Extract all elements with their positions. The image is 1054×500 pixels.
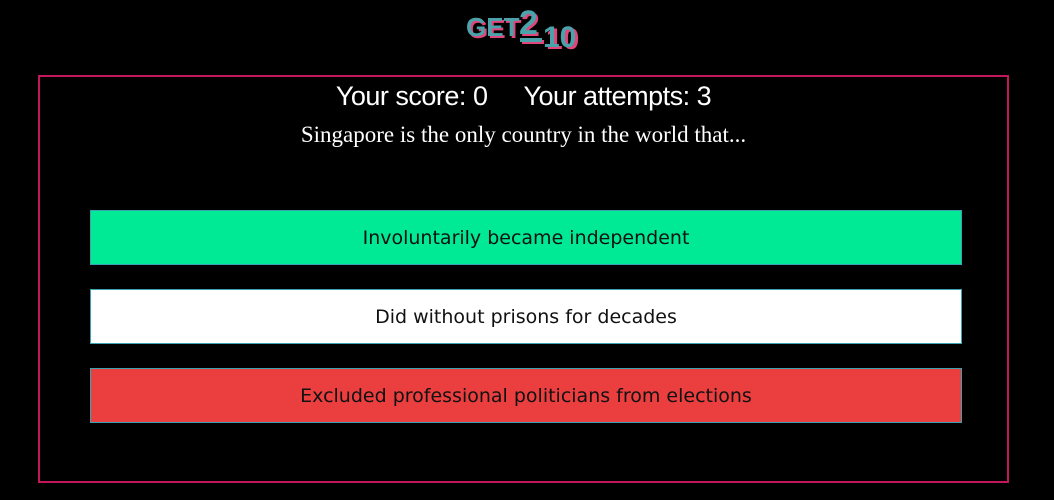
question-text: Singapore is the only country in the wor… bbox=[300, 122, 747, 147]
answer-button-3[interactable]: Excluded professional politicians from e… bbox=[90, 368, 962, 423]
answer-label-2: Did without prisons for decades bbox=[375, 305, 677, 328]
score-line: Your score: 0 Your attempts: 3 bbox=[40, 81, 1007, 112]
answer-label-3: Excluded professional politicians from e… bbox=[300, 384, 752, 407]
quiz-panel: Your score: 0 Your attempts: 3 Singapore… bbox=[38, 75, 1009, 483]
attempts-label: Your attempts: bbox=[523, 81, 691, 111]
svg-text:10: 10 bbox=[543, 21, 576, 54]
answer-button-2[interactable]: Did without prisons for decades bbox=[90, 289, 962, 344]
answer-button-1[interactable]: Involuntarily became independent bbox=[90, 210, 962, 265]
answer-label-1: Involuntarily became independent bbox=[362, 226, 690, 249]
score-label: Your score: bbox=[335, 81, 467, 111]
svg-text:2: 2 bbox=[519, 4, 538, 42]
app-logo: GET 2 10 GET 2 10 bbox=[462, 2, 592, 56]
svg-text:GET: GET bbox=[466, 12, 520, 42]
attempts-value: 3 bbox=[696, 81, 712, 111]
score-value: 0 bbox=[472, 81, 488, 111]
